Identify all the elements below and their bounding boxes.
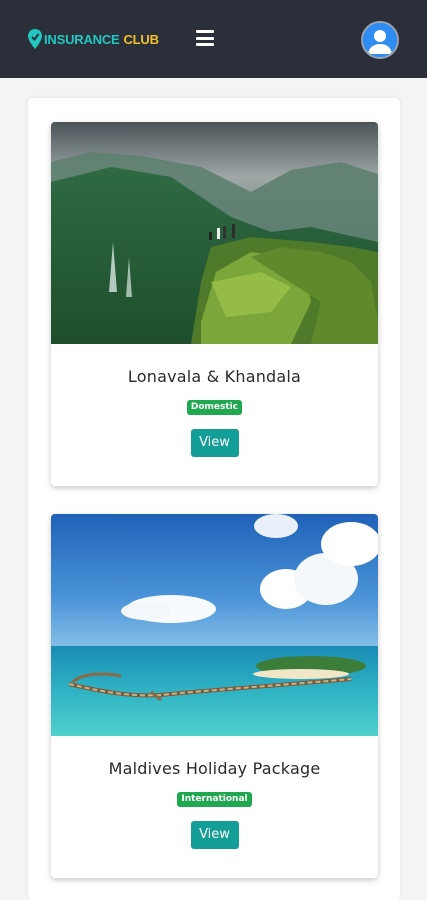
category-badge: Domestic — [186, 400, 243, 415]
package-card: Maldives Holiday Package International V… — [51, 514, 378, 878]
hamburger-icon[interactable] — [196, 30, 214, 46]
main-content: Lonavala & Khandala Domestic View Maldiv… — [28, 98, 400, 900]
package-title: Lonavala & Khandala — [127, 367, 302, 386]
brand-name-part2: CLUB — [123, 31, 159, 47]
category-badge: International — [177, 792, 252, 807]
location-pin-icon — [28, 29, 42, 49]
brand-name-part1: INSURANCE — [44, 31, 120, 47]
brand-logo[interactable]: INSURANCE CLUB — [28, 29, 159, 49]
brand-name: INSURANCE CLUB — [44, 32, 159, 47]
beach-resort-image[interactable] — [51, 514, 378, 736]
view-button[interactable]: View — [190, 821, 239, 849]
user-avatar-icon[interactable] — [361, 21, 399, 59]
package-card: Lonavala & Khandala Domestic View — [51, 122, 378, 486]
mountain-landscape-image[interactable] — [51, 122, 378, 344]
top-navbar: INSURANCE CLUB — [0, 0, 427, 78]
view-button[interactable]: View — [190, 429, 239, 457]
package-title: Maldives Holiday Package — [108, 759, 321, 778]
